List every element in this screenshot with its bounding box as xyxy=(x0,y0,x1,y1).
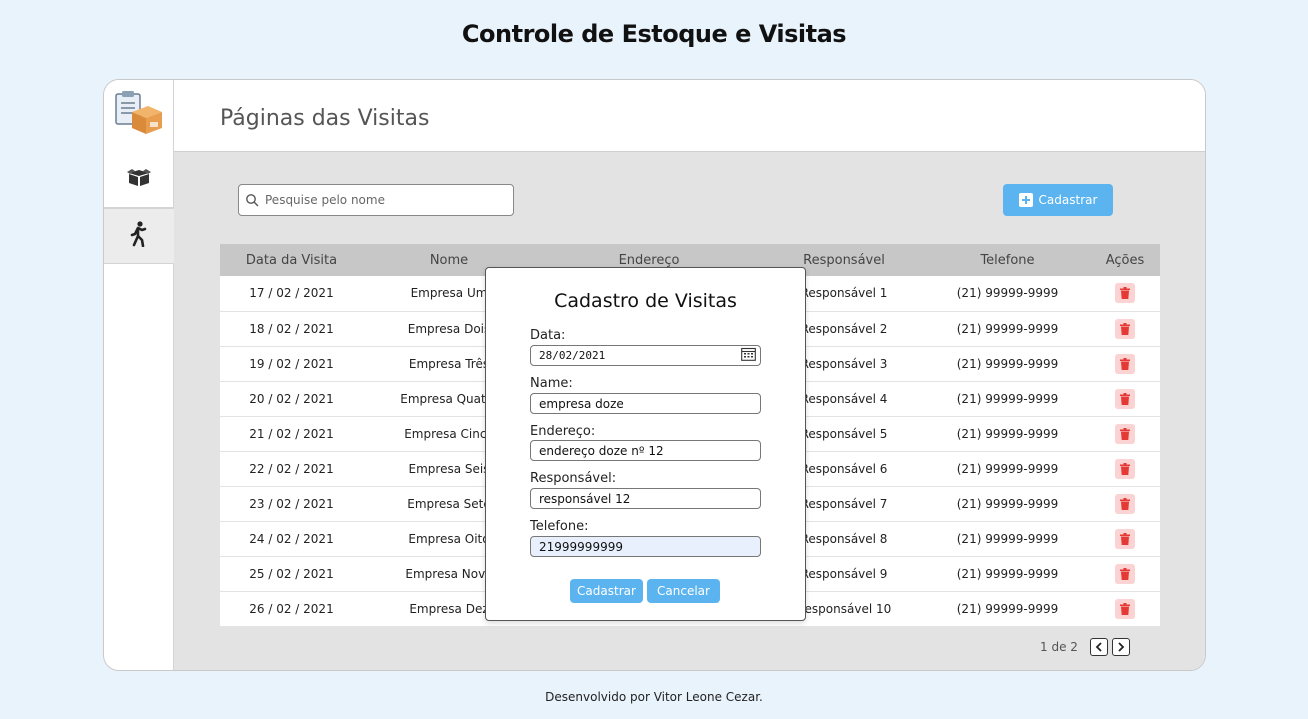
trash-icon[interactable] xyxy=(1115,283,1135,304)
address-field[interactable] xyxy=(530,440,761,461)
name-field[interactable] xyxy=(530,393,761,414)
visit-date-cell: 22 / 02 / 2021 xyxy=(220,451,363,487)
trash-icon[interactable] xyxy=(1115,598,1135,619)
trash-icon[interactable] xyxy=(1115,563,1135,584)
actions-cell xyxy=(1090,416,1160,452)
phone-cell: (21) 99999-9999 xyxy=(925,451,1090,487)
sidebar-item-stock[interactable] xyxy=(104,152,174,208)
page-header: Páginas das Visitas xyxy=(174,80,1205,152)
phone-field[interactable] xyxy=(530,536,761,557)
actions-cell xyxy=(1090,381,1160,417)
actions-cell xyxy=(1090,521,1160,557)
date-label: Data: xyxy=(530,328,566,343)
app-title: Controle de Estoque e Visitas xyxy=(461,20,847,48)
box-icon xyxy=(127,168,151,192)
phone-cell: (21) 99999-9999 xyxy=(925,276,1090,312)
phone-cell: (21) 99999-9999 xyxy=(925,591,1090,627)
actions-cell xyxy=(1090,486,1160,522)
trash-icon[interactable] xyxy=(1115,353,1135,374)
visit-date-cell: 21 / 02 / 2021 xyxy=(220,416,363,452)
actions-cell xyxy=(1090,276,1160,312)
walking-person-icon xyxy=(129,221,149,251)
calendar-icon[interactable] xyxy=(741,347,756,361)
phone-cell: (21) 99999-9999 xyxy=(925,416,1090,452)
visit-date-cell: 18 / 02 / 2021 xyxy=(220,311,363,347)
add-visit-button[interactable]: Cadastrar xyxy=(1003,184,1113,216)
trash-icon[interactable] xyxy=(1115,493,1135,514)
visit-date-cell: 20 / 02 / 2021 xyxy=(220,381,363,417)
search-input[interactable] xyxy=(265,193,505,207)
visit-date-cell: 17 / 02 / 2021 xyxy=(220,276,363,312)
trash-icon[interactable] xyxy=(1115,458,1135,479)
register-visit-modal: Cadastro de Visitas Data: Name: Endereço… xyxy=(485,267,806,621)
add-visit-label: Cadastrar xyxy=(1038,193,1098,207)
modal-title: Cadastro de Visitas xyxy=(554,290,737,312)
date-field[interactable] xyxy=(530,345,761,366)
phone-cell: (21) 99999-9999 xyxy=(925,486,1090,522)
actions-cell xyxy=(1090,591,1160,627)
trash-icon[interactable] xyxy=(1115,423,1135,444)
search-icon xyxy=(246,194,259,207)
phone-cell: (21) 99999-9999 xyxy=(925,556,1090,592)
footer-credit: Desenvolvido por Vitor Leone Cezar. xyxy=(545,690,763,704)
phone-cell: (21) 99999-9999 xyxy=(925,521,1090,557)
trash-icon[interactable] xyxy=(1115,318,1135,339)
pagination-text: 1 de 2 xyxy=(1040,640,1078,654)
trash-icon[interactable] xyxy=(1115,388,1135,409)
header-actions: Ações xyxy=(1090,244,1160,276)
phone-cell: (21) 99999-9999 xyxy=(925,346,1090,382)
name-label: Name: xyxy=(530,376,573,391)
sidebar xyxy=(104,80,174,670)
modal-save-button[interactable]: Cadastrar xyxy=(570,579,643,603)
actions-cell xyxy=(1090,451,1160,487)
page-title: Páginas das Visitas xyxy=(220,106,430,131)
search-box[interactable] xyxy=(238,184,514,216)
actions-cell xyxy=(1090,311,1160,347)
responsible-label: Responsável: xyxy=(530,471,617,486)
pagination: 1 de 2 xyxy=(1040,638,1130,656)
sidebar-item-visits[interactable] xyxy=(104,208,174,264)
actions-cell xyxy=(1090,346,1160,382)
modal-cancel-button[interactable]: Cancelar xyxy=(647,579,720,603)
chevron-right-icon[interactable] xyxy=(1111,638,1130,656)
phone-cell: (21) 99999-9999 xyxy=(925,381,1090,417)
visit-date-cell: 23 / 02 / 2021 xyxy=(220,486,363,522)
phone-cell: (21) 99999-9999 xyxy=(925,311,1090,347)
header-phone[interactable]: Telefone xyxy=(925,244,1090,276)
phone-label: Telefone: xyxy=(530,519,589,534)
header-date[interactable]: Data da Visita xyxy=(220,244,363,276)
actions-cell xyxy=(1090,556,1160,592)
responsible-field[interactable] xyxy=(530,488,761,509)
trash-icon[interactable] xyxy=(1115,528,1135,549)
visit-date-cell: 26 / 02 / 2021 xyxy=(220,591,363,627)
address-label: Endereço: xyxy=(530,424,596,439)
visit-date-cell: 25 / 02 / 2021 xyxy=(220,556,363,592)
plus-icon xyxy=(1018,193,1033,207)
visit-date-cell: 19 / 02 / 2021 xyxy=(220,346,363,382)
visit-date-cell: 24 / 02 / 2021 xyxy=(220,521,363,557)
chevron-left-icon[interactable] xyxy=(1089,638,1108,656)
clipboard-box-icon[interactable] xyxy=(112,90,164,138)
